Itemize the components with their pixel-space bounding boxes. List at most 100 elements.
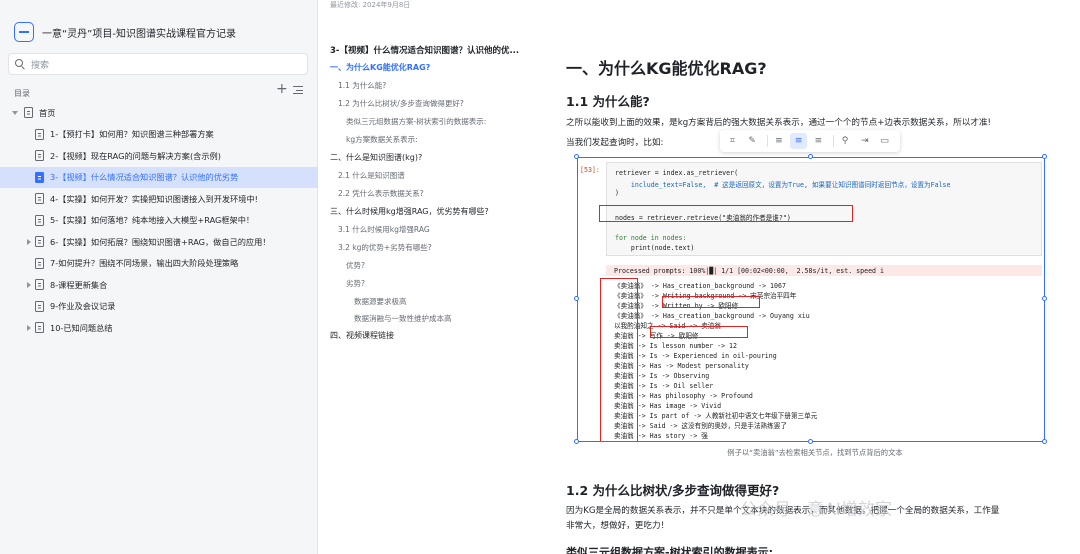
outline-title[interactable]: 3-【视频】什么情况适合知识图谱？认识他的优... (330, 44, 519, 56)
space-logo-icon (14, 22, 34, 42)
search-icon (15, 59, 25, 69)
outline-item[interactable]: 数据消融与一致性维护成本高 (354, 313, 452, 324)
search-input[interactable]: 搜索 (8, 53, 308, 75)
output-line: 《卖油翁》 -> Has_creation_background -> 1067 (614, 282, 786, 290)
outline-item[interactable]: 一、为什么KG能优化RAG? (330, 62, 430, 73)
code-line: include_text=False, # 这是返回原文，设置为True, 如果… (615, 181, 951, 189)
link-icon[interactable]: ⚲ (837, 133, 854, 149)
wrap-icon[interactable]: ⇥ (856, 133, 873, 149)
heading-1-1: 1.1 为什么能? (566, 94, 650, 109)
tree-item[interactable]: 7-如何提升？围绕不同场景，输出四大阶段处理策略 (0, 253, 318, 275)
outline-panel: 最近修改: 2024年9月8日 3-【视频】什么情况适合知识图谱？认识他的优..… (318, 0, 538, 554)
paragraph: 非常大，想做好，更吃力！ (566, 521, 670, 531)
align-right-icon[interactable]: ≡ (810, 133, 827, 149)
tree-item-active[interactable]: 3-【视频】什么情况适合知识图谱？认识他的优劣势 (0, 166, 318, 188)
output-line: 卖油翁 -> Said -> 这没有别的奥妙，只是手法熟练罢了 (614, 422, 787, 430)
search-placeholder: 搜索 (31, 60, 50, 71)
resize-handle[interactable] (808, 439, 813, 444)
outline-item[interactable]: kg方案数据关系表示: (346, 134, 418, 145)
outline-item[interactable]: 类似三元组数据方案-树状索引的数据表示: (346, 116, 486, 127)
align-center-icon[interactable]: ≡ (790, 133, 807, 149)
outline-item[interactable]: 1.2 为什么比树状/多步查询做得更好? (338, 98, 464, 109)
doc-icon (35, 171, 44, 183)
image-toolbar: ⌗ ✎ ≡ ≡ ≡ ⚲ ⇥ ▭ (720, 130, 900, 152)
document-content: 一、为什么KG能优化RAG? 1.1 为什么能? 之所以能收到上面的效果，是kg… (550, 0, 1080, 554)
heading-1: 一、为什么KG能优化RAG? (566, 59, 767, 78)
crop-icon[interactable]: ⌗ (724, 133, 741, 149)
code-line: retriever = index.as_retriever( (615, 169, 739, 177)
comment-icon[interactable]: ▭ (876, 133, 893, 149)
doc-icon (35, 322, 44, 334)
resize-handle[interactable] (1042, 439, 1047, 444)
tree-item[interactable]: 8-课程更新集合 (0, 274, 318, 296)
tree-item-label: 5-【实操】如何落地？纯本地接入大模型+RAG框架中！ (50, 215, 255, 226)
heading-3: 类似三元组数据方案-树状索引的数据表示: (566, 546, 773, 554)
progress-text: Processed prompts: 100%|█| 1/1 [00:02<00… (614, 267, 884, 275)
doc-icon (35, 150, 44, 162)
outline-item[interactable]: 二、什么是知识图谱(kg)? (330, 152, 422, 163)
output-line: 卖油翁 -> Is part of -> 人教新社初中语文七年级下册第三单元 (614, 412, 818, 420)
paragraph: 之所以能收到上面的效果，是kg方案背后的强大数据关系表示，通过一个个的节点+边表… (566, 118, 991, 128)
tree-item-label: 2-【视频】现在RAG的问题与解决方案(含示例) (50, 150, 221, 161)
tree-item[interactable]: 9-作业及会议记录 (0, 296, 318, 318)
tree-item[interactable]: 10-已知问题总结 (0, 317, 318, 339)
code-line: print(node.text) (615, 244, 695, 252)
outline-item[interactable]: 3.1 什么时候用kg增强RAG (338, 224, 430, 235)
resize-handle[interactable] (1042, 296, 1047, 301)
doc-tree: 首页 1-【预打卡】如何用？知识图谱三种部署方案 2-【视频】现在RAG的问题与… (0, 102, 318, 339)
tree-item-home[interactable]: 首页 (0, 102, 318, 124)
tree-item-label: 9-作业及会议记录 (50, 301, 116, 312)
output-line: 卖油翁 -> Is -> Experienced in oil-pouring (614, 352, 777, 360)
tree-item[interactable]: 4-【实操】如何开发？实操把知识图谱接入到开发环境中! (0, 188, 318, 210)
tree-item-label: 6-【实操】如何拓展？围绕知识图谱+RAG，做自己的应用！ (50, 236, 271, 247)
outline-item[interactable]: 四、视频课程链接 (330, 330, 394, 341)
space-header[interactable]: 一意“灵丹”项目-知识图谱实战课程官方记录 (14, 22, 236, 42)
outline-item[interactable]: 劣势? (346, 278, 365, 289)
doc-icon (35, 257, 44, 269)
tree-item-label: 10-已知问题总结 (50, 322, 113, 333)
tree-item-label: 1-【预打卡】如何用？知识图谱三种部署方案 (50, 129, 214, 140)
toc-label: 目录 (14, 89, 30, 98)
outline-item[interactable]: 2.2 凭什么表示数据关系? (338, 188, 424, 199)
highlight-box (599, 205, 853, 222)
outline-item[interactable]: 2.1 什么是知识图谱 (338, 170, 405, 181)
add-page-icon[interactable]: + (276, 82, 288, 96)
chevron-down-icon[interactable] (12, 110, 18, 115)
highlight-box (600, 278, 638, 441)
outline-item[interactable]: 优势? (346, 260, 365, 271)
tree-item-label: 3-【视频】什么情况适合知识图谱？认识他的优劣势 (50, 172, 239, 183)
paragraph: 当我们发起查询时，比如: (566, 138, 664, 148)
outline-item[interactable]: 数据源要求极高 (354, 296, 407, 307)
outline-item[interactable]: 1.1 为什么能? (338, 80, 386, 91)
resize-handle[interactable] (574, 296, 579, 301)
chevron-right-icon[interactable] (27, 238, 31, 245)
tree-item[interactable]: 1-【预打卡】如何用？知识图谱三种部署方案 (0, 124, 318, 146)
space-title: 一意“灵丹”项目-知识图谱实战课程官方记录 (42, 28, 236, 40)
edit-icon[interactable]: ✎ (744, 133, 761, 149)
tree-item[interactable]: 2-【视频】现在RAG的问题与解决方案(含示例) (0, 145, 318, 167)
doc-icon (35, 236, 44, 248)
code-line: ) (615, 189, 619, 197)
tree-item[interactable]: 5-【实操】如何落地？纯本地接入大模型+RAG框架中！ (0, 210, 318, 232)
divider (766, 135, 768, 147)
sort-icon[interactable] (293, 86, 303, 95)
align-left-icon[interactable]: ≡ (770, 133, 787, 149)
notebook-screenshot[interactable]: [53]: retriever = index.as_retriever( in… (577, 157, 1045, 442)
chevron-right-icon[interactable] (27, 324, 31, 331)
tree-item-label: 4-【实操】如何开发？实操把知识图谱接入到开发环境中! (50, 193, 258, 204)
resize-handle[interactable] (574, 154, 579, 159)
outline-item[interactable]: 3.2 kg的优势+劣势有哪些? (338, 242, 432, 253)
tree-item[interactable]: 6-【实操】如何拓展？围绕知识图谱+RAG，做自己的应用！ (0, 231, 318, 253)
resize-handle[interactable] (808, 154, 813, 159)
output-line: 《卖油翁》 -> Has_creation_background -> Ouya… (614, 312, 810, 320)
doc-icon (35, 193, 44, 205)
tree-item-label: 8-课程更新集合 (50, 279, 108, 290)
code-line: for node in nodes: (615, 234, 687, 242)
resize-handle[interactable] (1042, 154, 1047, 159)
outline-item[interactable]: 三、什么时候用kg增强RAG，优劣势有哪些? (330, 206, 489, 217)
tree-item-label: 首页 (39, 107, 56, 118)
chevron-right-icon[interactable] (27, 281, 31, 288)
resize-handle[interactable] (574, 439, 579, 444)
image-caption: 例子以“卖油翁”去检索相关节点，找到节点背后的文本 (727, 448, 903, 457)
cell-prompt: [53]: (580, 166, 600, 174)
